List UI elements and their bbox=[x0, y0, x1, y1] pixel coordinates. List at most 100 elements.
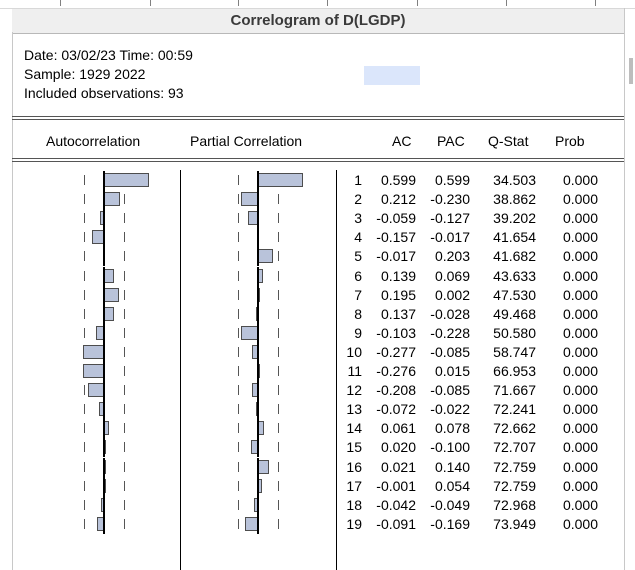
acf-bar bbox=[104, 306, 115, 321]
acf-confidence-band bbox=[124, 251, 125, 262]
pacf-confidence-band bbox=[278, 232, 279, 243]
ruler-tick bbox=[595, 0, 596, 6]
pacf-axis bbox=[257, 171, 259, 190]
pac-value: -0.049 bbox=[430, 496, 470, 513]
pacf-axis bbox=[257, 495, 259, 515]
right-border bbox=[624, 8, 625, 570]
pacf-confidence-band bbox=[238, 480, 239, 491]
lag-cell: 5 bbox=[354, 248, 362, 265]
pacf-axis bbox=[257, 209, 259, 229]
acf-confidence-band bbox=[124, 308, 125, 319]
correlogram-row: 17 -0.001 0.054 72.759 0.000 bbox=[0, 476, 612, 496]
pacf-axis bbox=[257, 419, 259, 439]
pacf-confidence-band bbox=[278, 327, 279, 338]
pacf-axis bbox=[257, 285, 259, 305]
date-time-line: Date: 03/02/23 Time: 00:59 bbox=[24, 47, 193, 63]
pacf-axis bbox=[257, 362, 259, 381]
lag-cell: 14 bbox=[346, 420, 362, 437]
pacf-bar bbox=[258, 173, 303, 187]
ac-value: -0.208 bbox=[376, 382, 416, 399]
acf-bar bbox=[104, 287, 119, 302]
acf-axis bbox=[103, 362, 105, 381]
ac-value: 0.137 bbox=[380, 305, 416, 322]
acf-confidence-band bbox=[84, 251, 85, 262]
scrollbar-thumb[interactable] bbox=[629, 58, 633, 84]
partial-correlation-header: Partial Correlation bbox=[190, 133, 303, 149]
acf-bar bbox=[88, 383, 104, 398]
pacf-confidence-band bbox=[238, 175, 239, 185]
acf-confidence-band bbox=[84, 213, 85, 224]
pacf-confidence-band bbox=[278, 404, 279, 415]
acf-confidence-band bbox=[84, 175, 85, 185]
qstat-value: 47.530 bbox=[493, 286, 536, 303]
lag-cell: 8 bbox=[354, 305, 362, 322]
prob-value: 0.000 bbox=[562, 305, 598, 322]
pacf-confidence-band bbox=[238, 346, 239, 357]
pacf-confidence-band bbox=[238, 442, 239, 453]
lag-cell: 9 bbox=[354, 324, 362, 341]
selected-cell[interactable] bbox=[364, 66, 420, 85]
acf-confidence-band bbox=[124, 213, 125, 224]
ac-value: -0.001 bbox=[376, 477, 416, 494]
ac-value: -0.072 bbox=[376, 401, 416, 418]
acf-bar bbox=[104, 268, 115, 283]
correlogram-row: 2 0.212 -0.230 38.862 0.000 bbox=[0, 190, 612, 210]
correlogram-row: 4 -0.157 -0.017 41.654 0.000 bbox=[0, 228, 612, 248]
correlogram-row: 7 0.195 0.002 47.530 0.000 bbox=[0, 285, 612, 305]
acf-confidence-band bbox=[124, 232, 125, 243]
acf-confidence-band bbox=[84, 308, 85, 319]
acf-confidence-band bbox=[84, 385, 85, 396]
pac-value: -0.127 bbox=[430, 210, 470, 227]
pac-value: -0.230 bbox=[430, 191, 470, 208]
autocorrelation-header: Autocorrelation bbox=[46, 133, 141, 149]
pac-value: 0.002 bbox=[434, 286, 470, 303]
ac-value: 0.061 bbox=[380, 420, 416, 437]
pacf-bar bbox=[258, 459, 269, 474]
pac-value: 0.054 bbox=[434, 477, 470, 494]
lag-cell: 11 bbox=[347, 363, 362, 379]
correlogram-row: 18 -0.042 -0.049 72.968 0.000 bbox=[0, 495, 612, 515]
prob-value: 0.000 bbox=[562, 191, 598, 208]
pacf-confidence-band bbox=[278, 270, 279, 281]
prob-value: 0.000 bbox=[562, 496, 598, 513]
correlogram-row: 6 0.139 0.069 43.633 0.000 bbox=[0, 266, 612, 286]
lag-cell: 3 bbox=[354, 210, 362, 227]
acf-axis bbox=[103, 190, 105, 210]
prob-value: 0.000 bbox=[562, 363, 598, 379]
acf-confidence-band bbox=[84, 518, 85, 529]
ac-value: 0.021 bbox=[380, 458, 416, 475]
pacf-axis bbox=[257, 342, 259, 362]
acf-confidence-band bbox=[124, 327, 125, 338]
header-bottom-rule-2 bbox=[12, 161, 624, 162]
pacf-bar bbox=[258, 249, 274, 264]
ac-header: AC bbox=[392, 133, 412, 149]
pacf-axis bbox=[257, 400, 259, 420]
ac-value: 0.139 bbox=[380, 267, 416, 284]
pacf-axis bbox=[257, 457, 259, 477]
pacf-confidence-band bbox=[238, 194, 239, 205]
prob-value: 0.000 bbox=[562, 210, 598, 227]
acf-confidence-band bbox=[124, 404, 125, 415]
acf-confidence-band bbox=[84, 194, 85, 205]
acf-axis bbox=[103, 476, 105, 496]
pac-value: -0.100 bbox=[430, 439, 470, 456]
pacf-confidence-band bbox=[278, 346, 279, 357]
ac-value: -0.042 bbox=[376, 496, 416, 513]
pac-value: -0.085 bbox=[430, 343, 470, 360]
prob-value: 0.000 bbox=[562, 515, 598, 532]
acf-confidence-band bbox=[84, 270, 85, 281]
qstat-value: 72.662 bbox=[493, 420, 536, 437]
acf-confidence-band bbox=[84, 327, 85, 338]
ac-value: -0.276 bbox=[376, 363, 416, 379]
window-title-bar[interactable]: Correlogram of D(LGDP) bbox=[12, 8, 624, 34]
pacf-axis bbox=[257, 381, 259, 401]
pacf-confidence-band bbox=[238, 499, 239, 510]
pacf-axis bbox=[257, 228, 259, 248]
pacf-confidence-band bbox=[238, 327, 239, 338]
correlogram-row: 8 0.137 -0.028 49.468 0.000 bbox=[0, 304, 612, 324]
acf-confidence-band bbox=[124, 461, 125, 472]
pacf-axis bbox=[257, 304, 259, 324]
qstat-value: 39.202 bbox=[493, 210, 536, 227]
pac-value: -0.169 bbox=[430, 515, 470, 532]
qstat-value: 73.949 bbox=[493, 515, 536, 532]
